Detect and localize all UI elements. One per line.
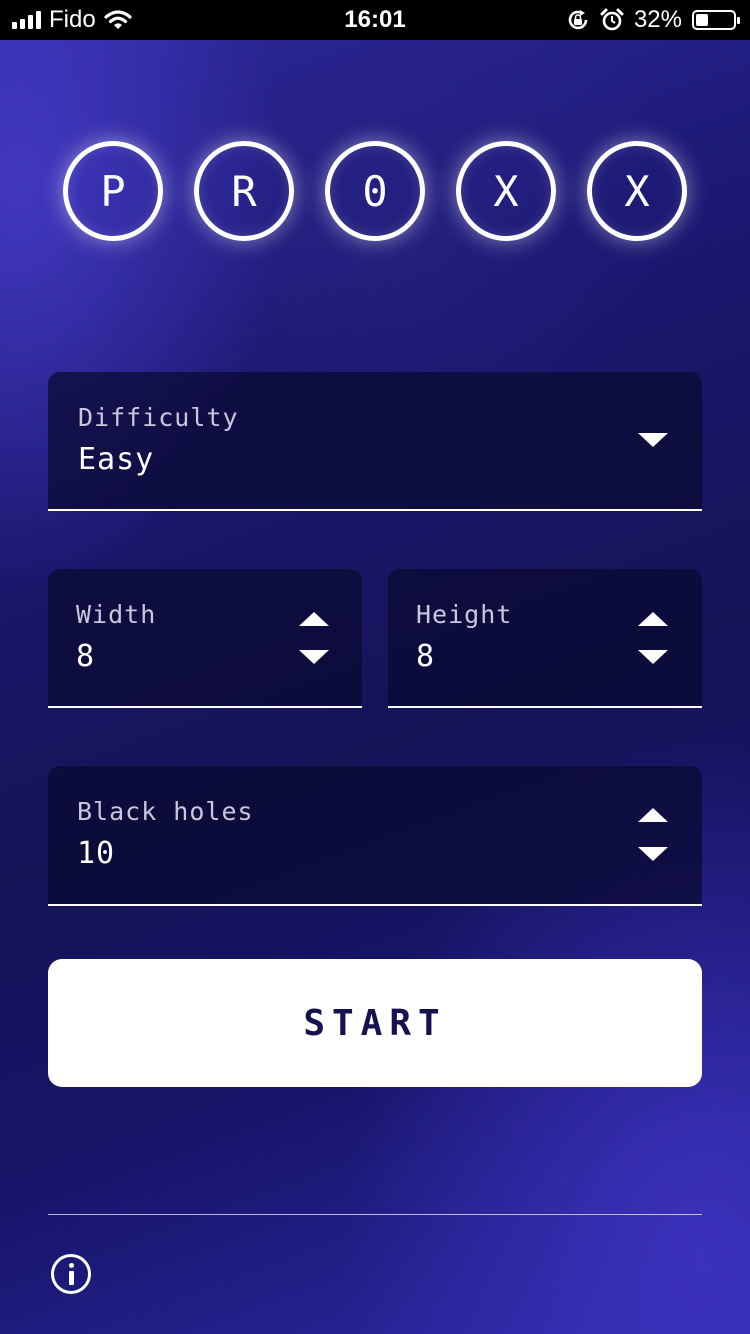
battery-percent: 32% xyxy=(633,6,682,33)
width-label: Width xyxy=(76,600,157,629)
height-label: Height xyxy=(416,600,513,629)
width-value: 8 xyxy=(76,639,96,674)
status-bar: Fido 16:01 32% xyxy=(0,0,750,40)
start-button[interactable]: START xyxy=(48,959,702,1087)
logo-letter-x1: X xyxy=(456,141,556,241)
logo-letter-o: 0 xyxy=(325,141,425,241)
black-holes-stepper[interactable]: Black holes 10 xyxy=(48,766,702,906)
black-holes-value: 10 xyxy=(77,836,116,871)
black-holes-increment-icon[interactable] xyxy=(638,808,668,822)
height-decrement-icon[interactable] xyxy=(638,650,668,664)
width-decrement-icon[interactable] xyxy=(299,650,329,664)
info-icon[interactable] xyxy=(51,1254,91,1294)
alarm-icon xyxy=(600,8,624,31)
difficulty-label: Difficulty xyxy=(78,403,239,432)
logo-letter-p: P xyxy=(63,141,163,241)
app-logo: P R 0 X X xyxy=(63,141,687,241)
logo-letter-x2: X xyxy=(587,141,687,241)
difficulty-select[interactable]: Difficulty Easy xyxy=(48,372,702,511)
height-stepper[interactable]: Height 8 xyxy=(388,569,702,708)
height-increment-icon[interactable] xyxy=(638,612,668,626)
width-increment-icon[interactable] xyxy=(299,612,329,626)
status-right: 32% xyxy=(566,6,740,34)
difficulty-value: Easy xyxy=(78,442,155,477)
height-value: 8 xyxy=(416,639,436,674)
rotation-lock-icon xyxy=(568,10,588,30)
chevron-down-icon[interactable] xyxy=(638,433,668,447)
logo-letter-r: R xyxy=(194,141,294,241)
battery-level xyxy=(696,14,708,26)
black-holes-decrement-icon[interactable] xyxy=(638,847,668,861)
width-stepper[interactable]: Width 8 xyxy=(48,569,362,708)
footer-divider xyxy=(48,1214,702,1215)
black-holes-label: Black holes xyxy=(77,797,254,826)
battery-icon xyxy=(692,10,740,30)
